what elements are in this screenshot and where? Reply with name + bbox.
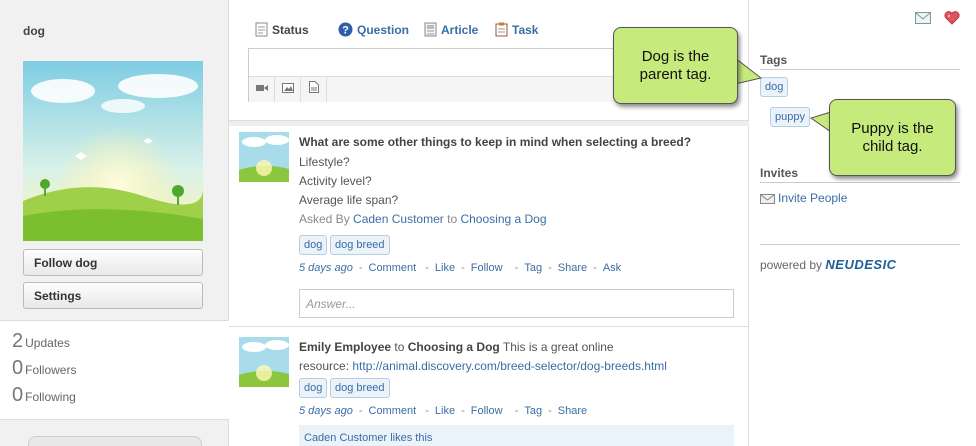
- comment-link[interactable]: Comment: [369, 262, 417, 274]
- mail-icon[interactable]: [915, 12, 931, 27]
- invites-divider: [760, 182, 960, 183]
- tab-question[interactable]: ? Question: [338, 22, 409, 40]
- image-icon[interactable]: [275, 77, 301, 102]
- feed-divider: [229, 120, 749, 126]
- share-link[interactable]: Share: [558, 405, 587, 417]
- question-icon: ?: [338, 22, 353, 40]
- stat-updates[interactable]: 2 Updates: [12, 330, 70, 353]
- article-icon: [424, 22, 437, 40]
- follow-page-button[interactable]: Follow dog: [23, 249, 203, 276]
- stat-following-label: Following: [25, 390, 76, 404]
- tag-chip[interactable]: dog breed: [330, 235, 390, 255]
- tags-divider: [760, 69, 960, 70]
- post-separator: [229, 326, 749, 327]
- like-link[interactable]: Like: [435, 405, 455, 417]
- settings-button[interactable]: Settings: [23, 282, 203, 309]
- post-body-line: Average life span?: [299, 193, 399, 207]
- tab-status-label: Status: [272, 23, 309, 37]
- follow-link[interactable]: Follow: [471, 405, 503, 417]
- invites-heading: Invites: [760, 166, 799, 180]
- post-actions: 5 days ago - Comment - Like - Follow - Tag - Sha…: [299, 262, 622, 274]
- share-link[interactable]: Share: [558, 262, 587, 274]
- sidebar-bottom-button[interactable]: [28, 436, 202, 446]
- powered-by-label: powered by: [760, 258, 823, 272]
- post-text: resource:: [299, 359, 350, 373]
- ask-link[interactable]: Ask: [603, 262, 621, 274]
- stat-followers-label: Followers: [25, 363, 77, 377]
- post-timestamp[interactable]: 5 days ago: [299, 262, 353, 274]
- svg-text:?: ?: [342, 25, 349, 37]
- callout-parent-tag: Dog is the parent tag.: [613, 27, 738, 104]
- invite-people-link[interactable]: Invite People: [760, 191, 847, 207]
- comment-link[interactable]: Comment: [369, 405, 417, 417]
- status-icon: [255, 22, 268, 40]
- tag-chip[interactable]: dog breed: [330, 378, 390, 398]
- left-sidebar: dog Follow dog Settings 2 Updates 0 Foll…: [0, 0, 229, 446]
- page-avatar: [23, 61, 203, 241]
- callout-child-tag: Puppy is the child tag.: [829, 99, 956, 176]
- group-link[interactable]: Choosing a Dog: [460, 212, 546, 226]
- asked-by-label: Asked By: [299, 212, 350, 226]
- resource-link[interactable]: http://animal.discovery.com/breed-select…: [352, 359, 667, 373]
- stat-following[interactable]: 0 Following: [12, 384, 76, 407]
- tab-article[interactable]: Article: [424, 22, 478, 40]
- powered-by: powered by NEUDESIC: [760, 257, 897, 272]
- callout-text: Puppy is the: [851, 119, 934, 137]
- post-byline: Asked By Caden Customer to Choosing a Do…: [299, 212, 547, 226]
- post-actions: 5 days ago - Comment - Like - Follow - Tag - Sha…: [299, 405, 588, 417]
- stat-updates-count: 2: [12, 330, 24, 352]
- stat-updates-label: Updates: [25, 336, 70, 350]
- answer-input[interactable]: Answer...: [299, 289, 734, 318]
- post-avatar[interactable]: [239, 132, 289, 182]
- invite-icon: [760, 192, 775, 207]
- tab-task[interactable]: Task: [495, 22, 538, 40]
- group-name[interactable]: Choosing a Dog: [408, 340, 500, 354]
- post-body-line: resource: http://animal.discovery.com/br…: [299, 359, 667, 373]
- callout-pointer: [732, 56, 763, 85]
- tab-article-label: Article: [441, 23, 479, 37]
- stat-followers-count: 0: [12, 357, 24, 379]
- like-link[interactable]: Like: [435, 262, 455, 274]
- tab-question-label: Question: [357, 23, 410, 37]
- favorite-heart-icon[interactable]: [944, 11, 960, 28]
- post-body-line: Activity level?: [299, 174, 372, 188]
- post-body-line: Lifestyle?: [299, 155, 350, 169]
- post-timestamp[interactable]: 5 days ago: [299, 405, 353, 417]
- likes-summary[interactable]: Caden Customer likes this: [299, 425, 734, 446]
- task-icon: [495, 22, 508, 40]
- tab-status[interactable]: Status: [255, 22, 309, 40]
- post-text: This is a great online: [502, 340, 614, 354]
- tag-chip[interactable]: dog: [299, 235, 328, 255]
- tag-puppy[interactable]: puppy: [770, 107, 810, 127]
- stats-panel: 2 Updates 0 Followers 0 Following: [0, 320, 229, 420]
- follow-link[interactable]: Follow: [471, 262, 503, 274]
- powered-divider: [760, 244, 960, 245]
- tag-link[interactable]: Tag: [524, 262, 542, 274]
- author-name[interactable]: Emily Employee: [299, 340, 391, 354]
- video-icon[interactable]: [249, 77, 275, 102]
- invite-people-label: Invite People: [778, 191, 848, 205]
- tag-chip[interactable]: dog: [299, 378, 328, 398]
- stat-followers[interactable]: 0 Followers: [12, 357, 76, 380]
- post-avatar[interactable]: [239, 337, 289, 387]
- post-title[interactable]: What are some other things to keep in mi…: [299, 135, 691, 149]
- right-sidebar: Tags dog puppy Invites Invite People pow…: [749, 0, 976, 446]
- callout-text: child tag.: [862, 137, 923, 155]
- to-label: to: [394, 340, 405, 354]
- page-name: dog: [23, 24, 45, 38]
- neudesic-logo[interactable]: NEUDESIC: [825, 257, 896, 272]
- tag-link[interactable]: Tag: [524, 405, 542, 417]
- callout-text: Dog is the: [641, 47, 710, 65]
- post-body: Emily Employee to Choosing a Dog This is…: [299, 340, 614, 354]
- document-icon[interactable]: [301, 77, 327, 102]
- callout-text: parent tag.: [639, 65, 712, 83]
- author-link[interactable]: Caden Customer: [353, 212, 444, 226]
- to-label: to: [447, 212, 458, 226]
- stat-following-count: 0: [12, 384, 24, 406]
- tab-task-label: Task: [512, 23, 539, 37]
